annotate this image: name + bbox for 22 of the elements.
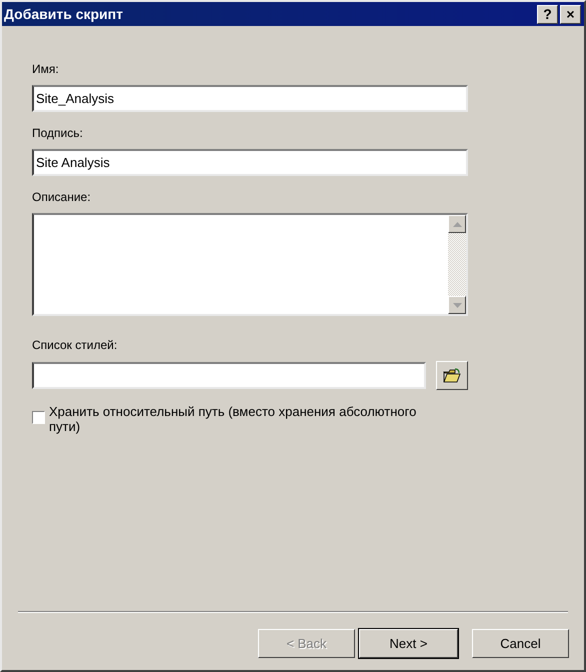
close-button[interactable]: × (560, 4, 581, 24)
input-field[interactable] (32, 362, 426, 389)
field-label: Описание: (32, 190, 92, 204)
input-field[interactable]: Site_Analysis (32, 85, 468, 112)
description-field[interactable] (32, 213, 468, 316)
folder-icon (443, 368, 461, 384)
scroll-down-button[interactable] (448, 296, 466, 314)
field-label: Подпись: (32, 126, 84, 140)
window-title: Добавить скрипт (4, 6, 123, 22)
help-button[interactable]: ? (537, 4, 558, 24)
browse-button[interactable] (436, 361, 468, 390)
up-arrow-icon (452, 222, 462, 226)
cancel-button[interactable]: Cancel (472, 629, 569, 658)
down-arrow-icon (452, 302, 462, 308)
scrollbar[interactable] (448, 215, 466, 314)
checkbox[interactable] (32, 411, 45, 424)
field-label: Имя: (32, 62, 60, 76)
input-field[interactable]: Site Analysis (32, 149, 468, 176)
scroll-up-button[interactable] (448, 215, 466, 233)
field-label: Список стилей: (32, 338, 118, 352)
checkbox-label: Хранить относительный путь (вместо хранения абсолютного пути) (49, 404, 418, 434)
next-button[interactable]: Next > (359, 629, 458, 658)
